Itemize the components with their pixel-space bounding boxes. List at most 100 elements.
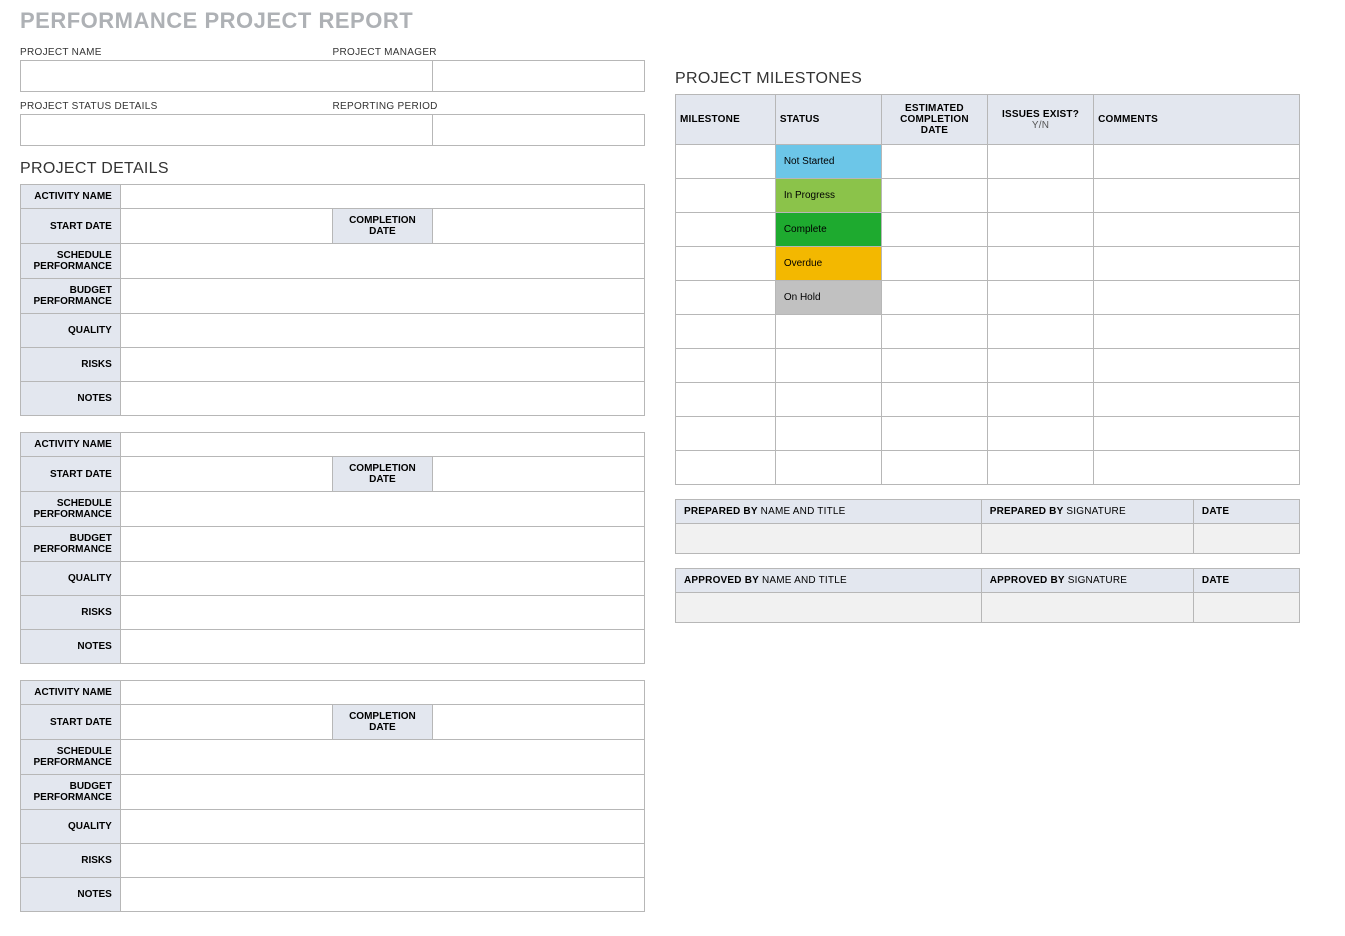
milestone-status-field[interactable] bbox=[775, 417, 881, 451]
project-milestones-heading: PROJECT MILESTONES bbox=[675, 70, 1300, 88]
prepared-by-name-label: PREPARED BY NAME AND TITLE bbox=[676, 500, 982, 524]
milestone-status-field[interactable]: In Progress bbox=[775, 179, 881, 213]
completion-date-field[interactable] bbox=[432, 457, 644, 492]
start-date-field[interactable] bbox=[120, 209, 332, 244]
milestone-name-field[interactable] bbox=[676, 417, 776, 451]
label-project-name: PROJECT NAME bbox=[20, 44, 333, 60]
milestone-comments-field[interactable] bbox=[1094, 247, 1300, 281]
milestone-issues-field[interactable] bbox=[987, 383, 1093, 417]
milestone-name-field[interactable] bbox=[676, 179, 776, 213]
milestone-name-field[interactable] bbox=[676, 383, 776, 417]
milestone-comments-field[interactable] bbox=[1094, 451, 1300, 485]
milestone-est-date-field[interactable] bbox=[881, 315, 987, 349]
label-notes: NOTES bbox=[21, 630, 121, 664]
approved-by-sig-field[interactable] bbox=[981, 593, 1193, 623]
activity-name-field[interactable] bbox=[120, 185, 644, 209]
activity-name-field[interactable] bbox=[120, 433, 644, 457]
label-schedule-performance: SCHEDULE PERFORMANCE bbox=[21, 492, 121, 527]
milestone-est-date-field[interactable] bbox=[881, 179, 987, 213]
prepared-by-name-field[interactable] bbox=[676, 524, 982, 554]
milestone-est-date-field[interactable] bbox=[881, 451, 987, 485]
notes-field[interactable] bbox=[120, 630, 644, 664]
schedule-performance-field[interactable] bbox=[120, 492, 644, 527]
milestone-issues-field[interactable] bbox=[987, 213, 1093, 247]
quality-field[interactable] bbox=[120, 314, 644, 348]
milestone-status-field[interactable] bbox=[775, 451, 881, 485]
milestone-issues-field[interactable] bbox=[987, 281, 1093, 315]
start-date-field[interactable] bbox=[120, 457, 332, 492]
schedule-performance-field[interactable] bbox=[120, 244, 644, 279]
milestone-name-field[interactable] bbox=[676, 247, 776, 281]
notes-field[interactable] bbox=[120, 878, 644, 912]
completion-date-field[interactable] bbox=[432, 209, 644, 244]
milestone-est-date-field[interactable] bbox=[881, 247, 987, 281]
milestone-name-field[interactable] bbox=[676, 315, 776, 349]
milestone-est-date-field[interactable] bbox=[881, 417, 987, 451]
milestone-status-field[interactable] bbox=[775, 349, 881, 383]
milestone-est-date-field[interactable] bbox=[881, 145, 987, 179]
milestone-comments-field[interactable] bbox=[1094, 179, 1300, 213]
risks-field[interactable] bbox=[120, 348, 644, 382]
milestone-est-date-field[interactable] bbox=[881, 213, 987, 247]
milestone-issues-field[interactable] bbox=[987, 145, 1093, 179]
milestone-row: Complete bbox=[676, 213, 1300, 247]
activity-name-field[interactable] bbox=[120, 681, 644, 705]
risks-field[interactable] bbox=[120, 596, 644, 630]
milestone-comments-field[interactable] bbox=[1094, 213, 1300, 247]
milestone-status-field[interactable]: Complete bbox=[775, 213, 881, 247]
approved-by-sig-label: APPROVED BY SIGNATURE bbox=[981, 569, 1193, 593]
milestone-status-field[interactable]: Not Started bbox=[775, 145, 881, 179]
notes-field[interactable] bbox=[120, 382, 644, 416]
milestone-status-field[interactable] bbox=[775, 383, 881, 417]
approved-by-name-field[interactable] bbox=[676, 593, 982, 623]
approved-by-name-label: APPROVED BY NAME AND TITLE bbox=[676, 569, 982, 593]
milestone-comments-field[interactable] bbox=[1094, 315, 1300, 349]
milestone-comments-field[interactable] bbox=[1094, 349, 1300, 383]
milestone-name-field[interactable] bbox=[676, 451, 776, 485]
completion-date-field[interactable] bbox=[432, 705, 644, 740]
milestone-name-field[interactable] bbox=[676, 349, 776, 383]
prepared-by-date-field[interactable] bbox=[1193, 524, 1299, 554]
milestone-issues-field[interactable] bbox=[987, 349, 1093, 383]
budget-performance-field[interactable] bbox=[120, 279, 644, 314]
schedule-performance-field[interactable] bbox=[120, 740, 644, 775]
milestone-status-field[interactable]: Overdue bbox=[775, 247, 881, 281]
milestone-issues-field[interactable] bbox=[987, 247, 1093, 281]
milestone-issues-field[interactable] bbox=[987, 451, 1093, 485]
project-status-details-field[interactable] bbox=[20, 114, 433, 146]
budget-performance-field[interactable] bbox=[120, 775, 644, 810]
milestone-issues-field[interactable] bbox=[987, 417, 1093, 451]
milestone-status-field[interactable]: On Hold bbox=[775, 281, 881, 315]
milestone-comments-field[interactable] bbox=[1094, 417, 1300, 451]
milestone-comments-field[interactable] bbox=[1094, 281, 1300, 315]
milestone-est-date-field[interactable] bbox=[881, 349, 987, 383]
label-project-status-details: PROJECT STATUS DETAILS bbox=[20, 98, 333, 114]
milestone-row bbox=[676, 451, 1300, 485]
milestone-comments-field[interactable] bbox=[1094, 383, 1300, 417]
milestone-issues-field[interactable] bbox=[987, 315, 1093, 349]
label-reporting-period: REPORTING PERIOD bbox=[333, 98, 646, 114]
label-notes: NOTES bbox=[21, 878, 121, 912]
milestone-est-date-field[interactable] bbox=[881, 281, 987, 315]
approved-by-date-field[interactable] bbox=[1193, 593, 1299, 623]
milestone-name-field[interactable] bbox=[676, 213, 776, 247]
label-start-date: START DATE bbox=[21, 705, 121, 740]
milestone-comments-field[interactable] bbox=[1094, 145, 1300, 179]
activity-table: ACTIVITY NAME START DATE COMPLETION DATE… bbox=[20, 432, 645, 664]
budget-performance-field[interactable] bbox=[120, 527, 644, 562]
milestone-status-field[interactable] bbox=[775, 315, 881, 349]
quality-field[interactable] bbox=[120, 810, 644, 844]
prepared-by-sig-field[interactable] bbox=[981, 524, 1193, 554]
milestones-table: MILESTONE STATUS ESTIMATED COMPLETION DA… bbox=[675, 94, 1300, 485]
milestone-name-field[interactable] bbox=[676, 281, 776, 315]
milestone-est-date-field[interactable] bbox=[881, 383, 987, 417]
milestone-row: Overdue bbox=[676, 247, 1300, 281]
project-manager-field[interactable] bbox=[433, 60, 646, 92]
project-name-field[interactable] bbox=[20, 60, 433, 92]
quality-field[interactable] bbox=[120, 562, 644, 596]
milestone-issues-field[interactable] bbox=[987, 179, 1093, 213]
start-date-field[interactable] bbox=[120, 705, 332, 740]
risks-field[interactable] bbox=[120, 844, 644, 878]
reporting-period-field[interactable] bbox=[433, 114, 646, 146]
milestone-name-field[interactable] bbox=[676, 145, 776, 179]
